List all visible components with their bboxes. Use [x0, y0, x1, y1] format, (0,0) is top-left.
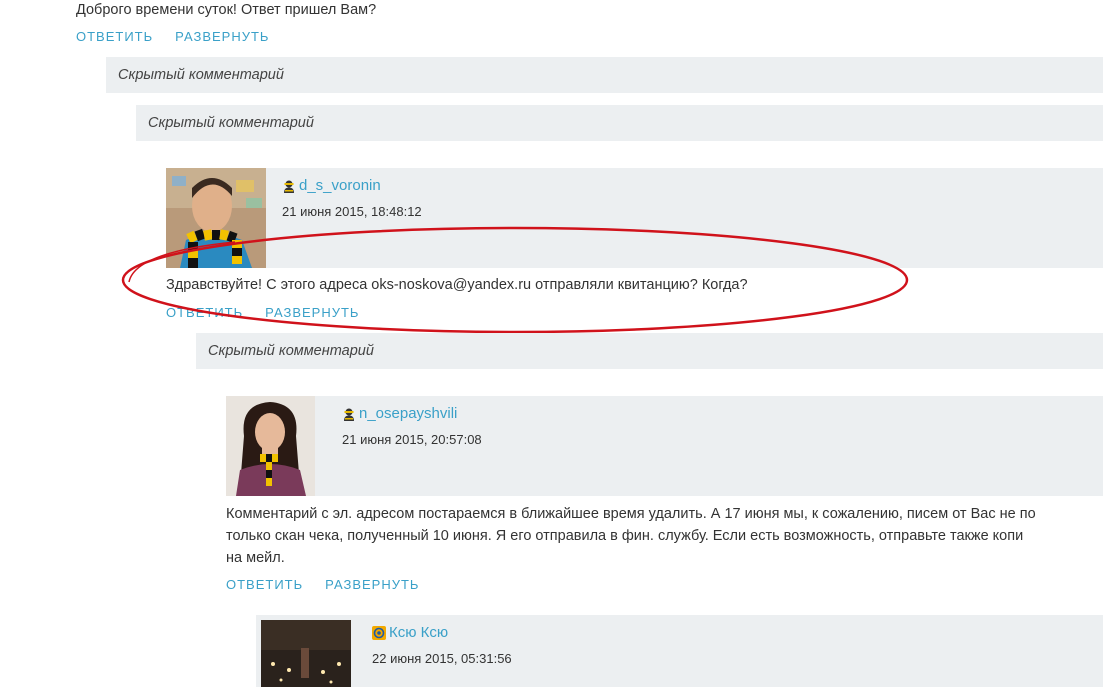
author-name: n_osepayshvili	[359, 405, 458, 422]
avatar[interactable]	[226, 396, 315, 496]
avatar-photo-icon	[226, 396, 315, 496]
top-comment-actions: ОТВЕТИТЬ РАЗВЕРНУТЬ	[76, 29, 269, 44]
moderator-icon	[284, 180, 294, 193]
comment-date: 21 июня 2015, 20:57:08	[342, 432, 482, 447]
expand-button[interactable]: РАЗВЕРНУТЬ	[175, 29, 269, 44]
comment-header: n_osepayshvili 21 июня 2015, 20:57:08	[226, 396, 1103, 496]
comment-text-line: на мейл.	[226, 550, 285, 566]
avatar[interactable]	[261, 620, 351, 687]
comment-author[interactable]: n_osepayshvili	[342, 405, 457, 422]
comment-actions: ОТВЕТИТЬ РАЗВЕРНУТЬ	[226, 577, 419, 592]
avatar-photo-icon	[261, 620, 351, 687]
comment-date: 22 июня 2015, 05:31:56	[372, 651, 512, 666]
comment-text: Комментарий с эл. адресом постараемся в …	[226, 503, 1036, 569]
hidden-comment-3[interactable]: Скрытый комментарий	[196, 333, 1103, 369]
reply-button[interactable]: ОТВЕТИТЬ	[226, 577, 303, 592]
author-name: d_s_voronin	[299, 177, 381, 194]
comment-author[interactable]: Ксю Ксю	[372, 624, 448, 641]
mailru-icon	[372, 625, 386, 640]
comment-text-line: только скан чека, полученный 10 июня. Я …	[226, 528, 1024, 544]
top-comment-text: Доброго времени суток! Ответ пришел Вам?	[76, 2, 377, 18]
author-name: Ксю Ксю	[389, 624, 449, 641]
comment-header: Ксю Ксю 22 июня 2015, 05:31:56	[256, 615, 1103, 687]
hidden-comment-1[interactable]: Скрытый комментарий	[106, 57, 1103, 93]
hidden-comment-2[interactable]: Скрытый комментарий	[136, 105, 1103, 141]
moderator-icon	[344, 408, 354, 421]
comment-date: 21 июня 2015, 18:48:12	[282, 204, 422, 219]
comment-author[interactable]: d_s_voronin	[282, 177, 381, 194]
expand-button[interactable]: РАЗВЕРНУТЬ	[325, 577, 419, 592]
comment-text-line: Комментарий с эл. адресом постараемся в …	[226, 506, 1036, 522]
highlight-ellipse	[121, 226, 909, 334]
reply-button[interactable]: ОТВЕТИТЬ	[76, 29, 153, 44]
